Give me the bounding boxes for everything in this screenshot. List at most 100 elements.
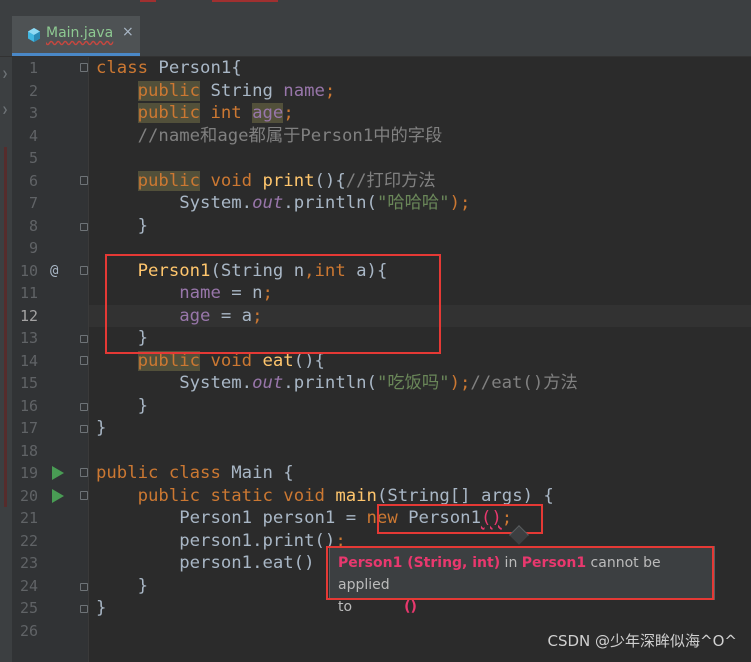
fold-end-icon[interactable] [80,222,88,231]
fold-end-icon[interactable] [80,605,88,613]
gutter-row: 25 [12,597,88,620]
gutter-row: 13 [12,327,88,350]
gutter-row: 5 [12,147,88,170]
line-number: 6 [28,171,38,190]
line-number: 11 [19,284,38,302]
fold-end-icon[interactable] [80,402,88,411]
gutter-row: 1 [12,57,88,80]
code-line: public class Main { [96,463,294,483]
line-number: 5 [28,149,38,167]
gutter-row: 26 [12,620,88,643]
gutter-row: 14 [12,350,88,373]
close-icon[interactable]: × [122,24,134,40]
gutter-row: 9 [12,237,88,260]
code-line: public void print(){//打印方法 [137,170,436,191]
code-line: class Person1{ [96,58,242,78]
line-number: 2 [28,81,38,100]
ide-window: Main.java × ❯ ❯ 1 2 3 4 5 6 7 8 9 10 @ 1… [0,0,751,662]
run-icon[interactable] [52,488,64,503]
gutter-row: 15 [12,372,88,395]
error-crumb-mark [212,0,278,2]
line-number: 18 [19,441,38,460]
code-line: person1.eat() [179,553,315,573]
line-number: 24 [19,576,38,595]
fold-icon[interactable] [80,265,88,275]
gutter-row: 21 [12,507,88,530]
line-number: 20 [19,486,38,505]
line-number: 10 [19,261,38,280]
code-line: public String name; [137,80,336,101]
tooltip-text: to [338,599,353,615]
error-stripe [4,147,7,507]
fold-end-icon[interactable] [80,425,88,433]
gutter-row: 8 [12,215,88,238]
run-icon[interactable] [52,466,64,480]
fold-icon[interactable] [80,355,88,365]
gutter-row: 12 [12,305,88,328]
line-number: 16 [19,396,38,415]
tab-main-java[interactable]: Main.java × [12,16,140,56]
constructor-highlight-box [105,254,441,354]
watermark: CSDN @少年深眸似海^O^ [547,632,737,650]
fold-end-icon[interactable] [80,335,88,343]
fold-icon[interactable] [80,490,88,500]
line-number: 17 [19,419,38,437]
java-file-icon [28,28,40,42]
tab-file-name: Main.java [46,25,114,41]
gutter-row: 19 [12,462,88,485]
line-number: 23 [19,554,38,572]
gutter-row: 24 [12,575,88,598]
error-crumb-mark [140,0,156,2]
gutter-row: 16 [12,395,88,418]
gutter-row: 17 [12,417,88,440]
gutter-row: 2 [12,80,88,103]
fold-icon[interactable] [80,175,88,185]
fold-end-icon[interactable] [80,582,88,591]
override-marker-icon[interactable]: @ [50,260,58,283]
line-number: 22 [19,531,38,550]
code-line: } [137,395,149,416]
gutter-row: 22 [12,530,88,553]
line-number: 1 [28,59,38,77]
code-line: } [96,418,107,438]
line-number: 7 [28,194,38,212]
collapse-arrow-icon[interactable]: ❯ [2,70,10,80]
gutter-row: 7 [12,192,88,215]
tool-window-strip: ❯ ❯ [0,57,12,662]
code-line: //name和age都属于Person1中的字段 [137,125,443,146]
gutter-row: 6 [12,170,88,193]
line-number: 3 [28,104,38,122]
line-number: 9 [28,239,38,257]
code-line: person1.print(); [179,530,346,551]
collapse-arrow-icon[interactable]: ❯ [2,106,10,116]
gutter-row: 18 [12,440,88,463]
line-number: 25 [19,599,38,617]
line-number: 19 [19,464,38,482]
code-line: } [137,215,149,236]
line-number: 26 [19,621,38,640]
code-line: } [137,575,149,596]
code-line: System.out.println("哈哈哈"); [179,193,471,213]
line-number: 21 [19,509,38,527]
line-number-current: 12 [19,306,38,325]
code-line: public int age; [137,103,294,123]
code-line: } [96,598,107,618]
tooltip-highlight-box [326,546,714,600]
gutter-row: 23 [12,552,88,575]
line-number: 15 [19,374,38,392]
gutter-row: 20 [12,485,88,508]
tooltip-args: () [404,599,417,615]
line-number: 14 [19,351,38,370]
line-number: 8 [28,216,38,235]
line-number: 4 [28,126,38,145]
fold-icon[interactable] [80,63,88,72]
line-number: 13 [19,329,38,347]
gutter-row: 11 [12,282,88,305]
editor-gutter: 1 2 3 4 5 6 7 8 9 10 @ 11 12 13 14 15 16… [12,57,88,662]
fold-icon[interactable] [80,468,88,477]
code-line: System.out.println("吃饭吗");//eat()方法 [179,373,578,393]
editor-tab-bar: Main.java × [0,6,751,57]
gutter-row: 4 [12,125,88,148]
gutter-row: 10 @ [12,260,88,283]
gutter-row: 3 [12,102,88,125]
